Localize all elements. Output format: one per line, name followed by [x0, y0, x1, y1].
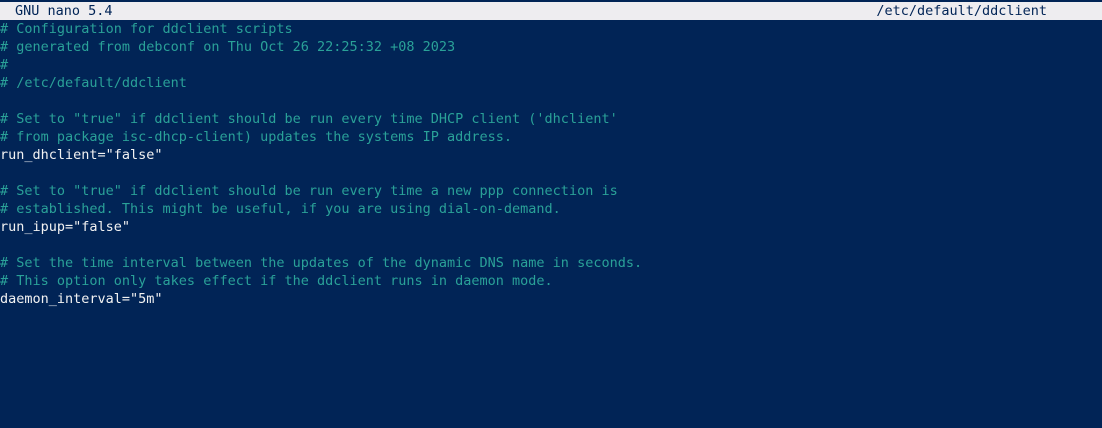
comment-line: # Set to "true" if ddclient should be ru… — [0, 183, 618, 199]
comment-line: # /etc/default/ddclient — [0, 75, 187, 91]
comment-line: # from package isc-dhcp-client) updates … — [0, 129, 513, 145]
editor-text-area[interactable]: # Configuration for ddclient scripts # ge… — [0, 20, 1102, 308]
comment-line: # Configuration for ddclient scripts — [0, 21, 293, 37]
file-path: /etc/default/ddclient — [876, 3, 1047, 19]
comment-line: # established. This might be useful, if … — [0, 201, 561, 217]
comment-line: # This option only takes effect if the d… — [0, 273, 553, 289]
nano-title-bar: GNU nano 5.4 /etc/default/ddclient — [0, 2, 1102, 20]
comment-line: # — [0, 57, 9, 73]
comment-line: # generated from debconf on Thu Oct 26 2… — [0, 39, 456, 55]
comment-line: # Set the time interval between the upda… — [0, 255, 643, 271]
app-title: GNU nano 5.4 — [15, 3, 113, 19]
comment-line: # Set to "true" if ddclient should be ru… — [0, 111, 618, 127]
config-line: run_ipup="false" — [0, 219, 131, 235]
nano-terminal-window: GNU nano 5.4 /etc/default/ddclient # Con… — [0, 0, 1102, 428]
config-line: daemon_interval="5m" — [0, 291, 163, 307]
config-line: run_dhclient="false" — [0, 147, 163, 163]
